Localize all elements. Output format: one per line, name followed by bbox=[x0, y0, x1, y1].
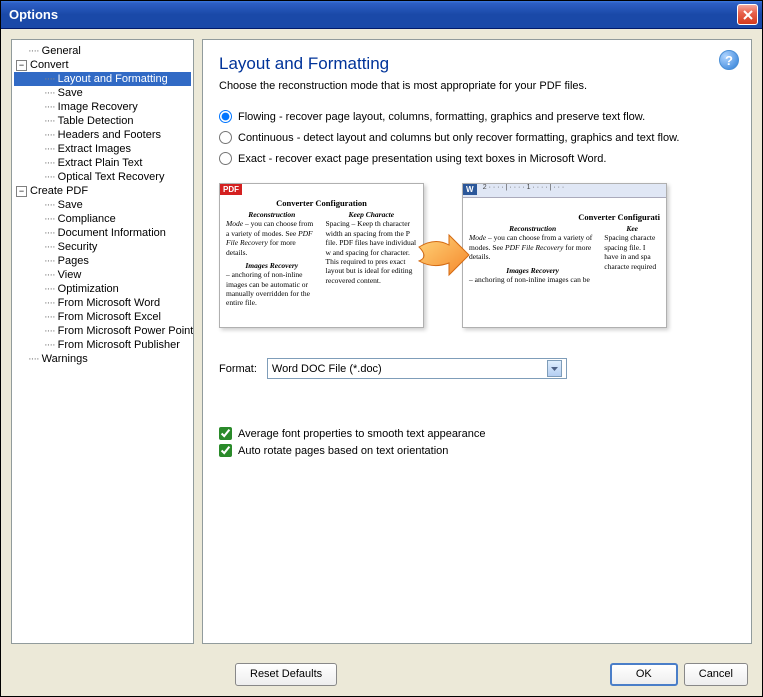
dialog-footer: Reset Defaults OK Cancel bbox=[1, 652, 762, 696]
tree-item-convert[interactable]: −Convert bbox=[14, 58, 191, 72]
format-select[interactable]: Word DOC File (*.doc) bbox=[267, 358, 567, 379]
checkbox-avg-font-input[interactable] bbox=[219, 427, 232, 440]
tree-item-save[interactable]: ····Save bbox=[14, 86, 191, 100]
chevron-down-icon bbox=[547, 360, 562, 377]
tree-item-layout-formatting[interactable]: ····Layout and Formatting bbox=[14, 72, 191, 86]
tree-item-from-ppt[interactable]: ····From Microsoft Power Point bbox=[14, 324, 191, 338]
arrow-icon bbox=[415, 231, 471, 279]
tree-item-warnings[interactable]: ····Warnings bbox=[14, 352, 191, 366]
tree-item-optimization[interactable]: ····Optimization bbox=[14, 282, 191, 296]
word-badge-icon: W bbox=[463, 184, 477, 195]
tree-item-from-publisher[interactable]: ····From Microsoft Publisher bbox=[14, 338, 191, 352]
nav-tree[interactable]: ····General −Convert ····Layout and Form… bbox=[11, 39, 194, 644]
titlebar: Options bbox=[1, 1, 762, 29]
ok-button[interactable]: OK bbox=[610, 663, 678, 686]
tree-item-extract-plain-text[interactable]: ····Extract Plain Text bbox=[14, 156, 191, 170]
radio-exact[interactable]: Exact - recover exact page presentation … bbox=[219, 152, 735, 165]
cancel-button[interactable]: Cancel bbox=[684, 663, 748, 686]
radio-flowing-input[interactable] bbox=[219, 110, 232, 123]
tree-item-optical-text-recovery[interactable]: ····Optical Text Recovery bbox=[14, 170, 191, 184]
radio-continuous-input[interactable] bbox=[219, 131, 232, 144]
close-button[interactable] bbox=[737, 4, 758, 25]
options-dialog: Options ····General −Convert ····Layout … bbox=[0, 0, 763, 697]
window-title: Options bbox=[5, 7, 737, 22]
radio-flowing[interactable]: Flowing - recover page layout, columns, … bbox=[219, 110, 735, 123]
word-ruler: W 2 · · · · | · · · · 1 · · · · | · · · bbox=[463, 184, 666, 198]
help-button[interactable]: ? bbox=[719, 50, 739, 70]
tree-item-doc-info[interactable]: ····Document Information bbox=[14, 226, 191, 240]
page-description: Choose the reconstruction mode that is m… bbox=[219, 80, 735, 92]
tree-item-from-word[interactable]: ····From Microsoft Word bbox=[14, 296, 191, 310]
format-label: Format: bbox=[219, 363, 257, 375]
content-panel: ? Layout and Formatting Choose the recon… bbox=[202, 39, 752, 644]
tree-item-create-save[interactable]: ····Save bbox=[14, 198, 191, 212]
checkbox-auto-rotate[interactable]: Auto rotate pages based on text orientat… bbox=[219, 444, 735, 457]
tree-item-headers-footers[interactable]: ····Headers and Footers bbox=[14, 128, 191, 142]
close-icon bbox=[743, 10, 753, 20]
page-title: Layout and Formatting bbox=[219, 54, 735, 74]
pdf-badge-icon: PDF bbox=[220, 184, 242, 195]
radio-exact-input[interactable] bbox=[219, 152, 232, 165]
checkbox-auto-rotate-input[interactable] bbox=[219, 444, 232, 457]
tree-item-table-detection[interactable]: ····Table Detection bbox=[14, 114, 191, 128]
format-row: Format: Word DOC File (*.doc) bbox=[219, 358, 735, 379]
preview-word: W 2 · · · · | · · · · 1 · · · · | · · · … bbox=[462, 183, 667, 328]
checkbox-avg-font[interactable]: Average font properties to smooth text a… bbox=[219, 427, 735, 440]
collapse-icon[interactable]: − bbox=[16, 60, 27, 71]
tree-item-pages[interactable]: ····Pages bbox=[14, 254, 191, 268]
preview-area: PDF Converter Configuration Reconstructi… bbox=[219, 183, 735, 328]
tree-item-compliance[interactable]: ····Compliance bbox=[14, 212, 191, 226]
tree-item-view[interactable]: ····View bbox=[14, 268, 191, 282]
radio-continuous[interactable]: Continuous - detect layout and columns b… bbox=[219, 131, 735, 144]
tree-item-create-pdf[interactable]: −Create PDF bbox=[14, 184, 191, 198]
tree-item-from-excel[interactable]: ····From Microsoft Excel bbox=[14, 310, 191, 324]
collapse-icon[interactable]: − bbox=[16, 186, 27, 197]
preview-pdf: PDF Converter Configuration Reconstructi… bbox=[219, 183, 424, 328]
format-value: Word DOC File (*.doc) bbox=[272, 363, 382, 375]
tree-item-extract-images[interactable]: ····Extract Images bbox=[14, 142, 191, 156]
reset-defaults-button[interactable]: Reset Defaults bbox=[235, 663, 337, 686]
tree-item-general[interactable]: ····General bbox=[14, 44, 191, 58]
tree-item-security[interactable]: ····Security bbox=[14, 240, 191, 254]
tree-item-image-recovery[interactable]: ····Image Recovery bbox=[14, 100, 191, 114]
